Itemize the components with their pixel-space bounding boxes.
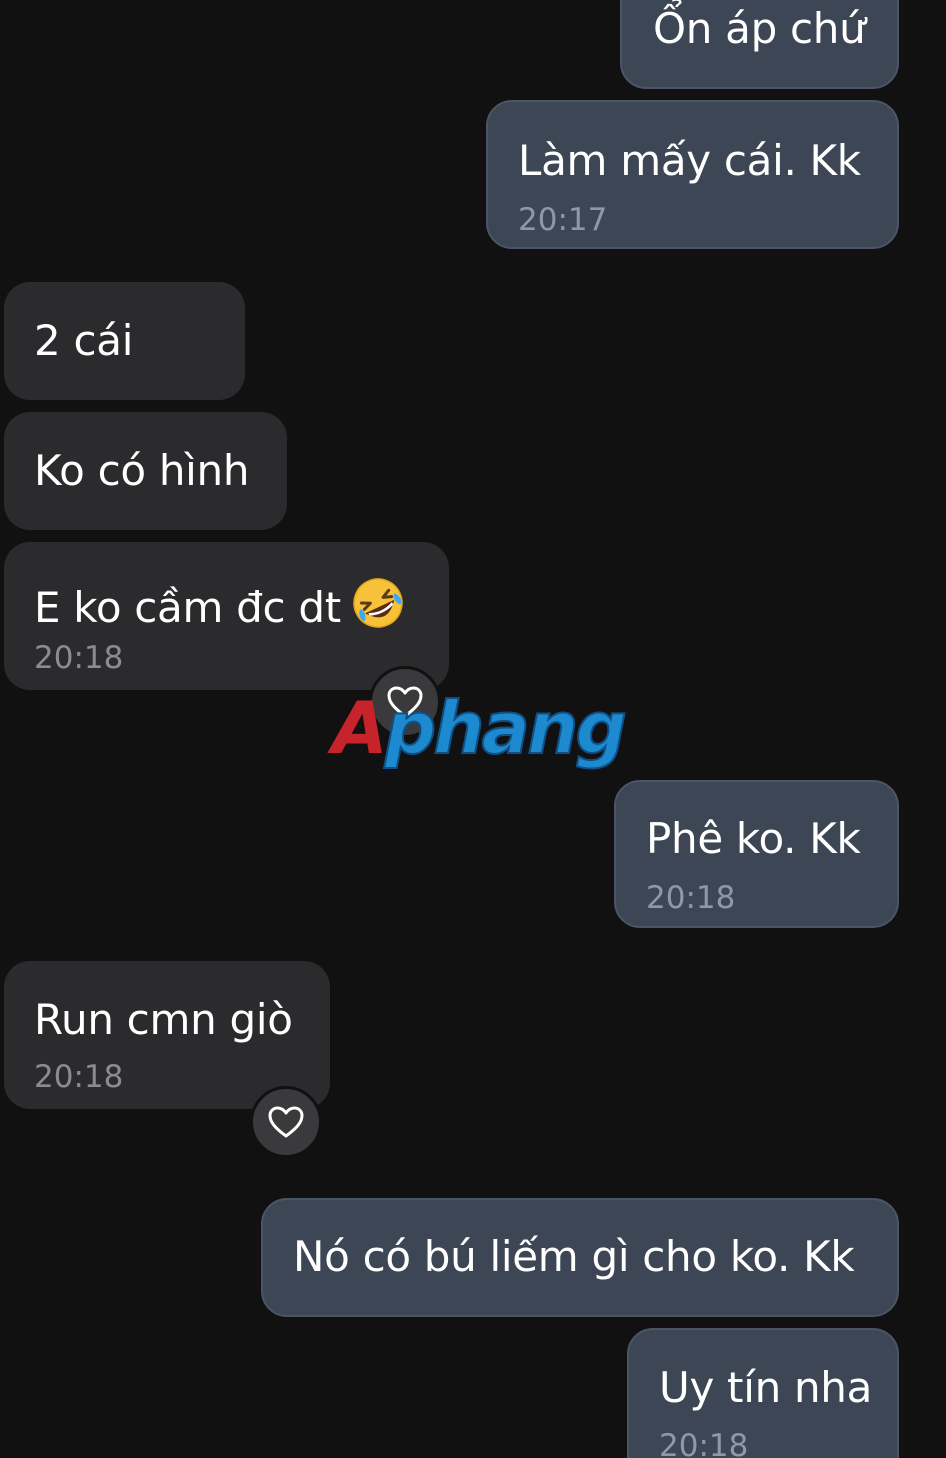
message-text: E ko cầm đc dt [34,576,405,641]
message-text: Uy tín nha [659,1363,873,1412]
sent-message-bubble[interactable]: Ổn áp chứ [620,0,899,89]
received-message-bubble[interactable]: E ko cầm đc dt 20:18 [4,542,449,690]
message-time: 20:18 [34,1059,124,1095]
message-text: Làm mấy cái. Kk [518,136,861,185]
heart-outline-icon [268,1106,304,1138]
message-text: 2 cái [34,316,134,365]
message-text-content: E ko cầm đc dt [34,583,341,632]
sent-message-bubble[interactable]: Phê ko. Kk 20:18 [614,780,899,928]
sent-message-bubble[interactable]: Uy tín nha 20:18 [627,1328,899,1458]
received-message-bubble[interactable]: 2 cái [4,282,245,400]
message-time: 20:17 [518,202,608,238]
sent-message-bubble[interactable]: Làm mấy cái. Kk 20:17 [486,100,899,249]
message-text: Ổn áp chứ [653,4,866,53]
message-text: Ko có hình [34,446,250,495]
message-text: Nó có bú liếm gì cho ko. Kk [293,1232,855,1281]
received-message-bubble[interactable]: Ko có hình [4,412,287,530]
rolling-on-floor-laughing-emoji-icon [351,576,405,641]
heart-outline-icon [387,686,423,718]
message-text: Phê ko. Kk [646,814,861,863]
message-time: 20:18 [34,640,124,676]
message-time: 20:18 [659,1428,749,1458]
heart-reaction-button[interactable] [369,666,441,738]
sent-message-bubble[interactable]: Nó có bú liếm gì cho ko. Kk [261,1198,899,1317]
message-time: 20:18 [646,880,736,916]
message-text: Run cmn giò [34,995,293,1044]
heart-reaction-button[interactable] [250,1086,322,1158]
